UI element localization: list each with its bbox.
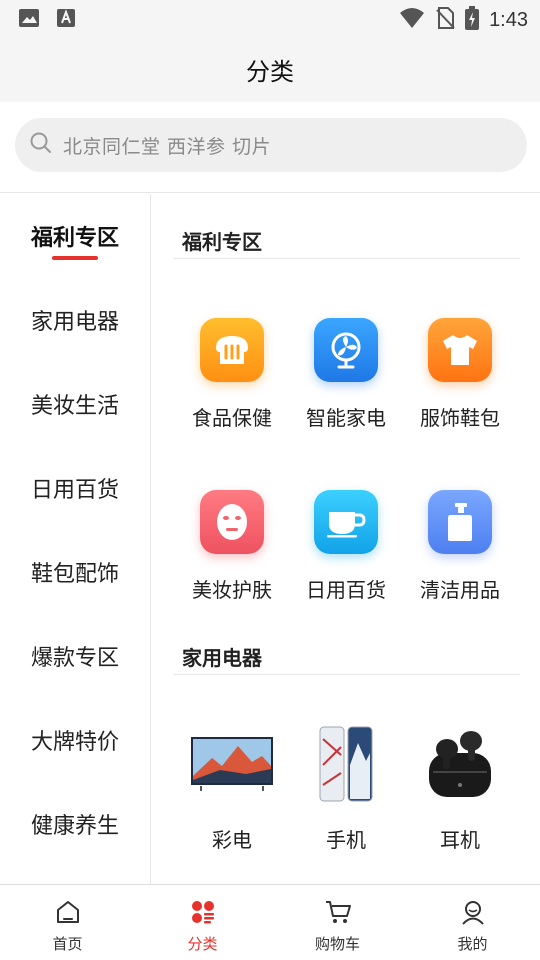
sidebar-item-label: 大牌特价 (30, 730, 119, 755)
category-icon (190, 899, 216, 929)
category-sidebar: 福利专区 家用电器 美妆生活 日用百货 鞋包配饰 爆款专区 大牌特价 健康养生 (0, 194, 151, 884)
bread-icon (200, 318, 264, 382)
tab-label: 分类 (187, 935, 218, 953)
sidebar-item-label: 鞋包配饰 (30, 562, 119, 587)
wifi-icon (399, 7, 425, 33)
category-content: 福利专区 食品保健 智能家电 服饰鞋包 美妆护肤 日用百货 清洁用品 家用电器 … (152, 194, 540, 884)
cup-icon (314, 490, 378, 554)
user-icon (460, 899, 486, 929)
status-time: 1:43 (489, 8, 528, 31)
tab-label: 我的 (457, 935, 488, 953)
sidebar-item-hot-deals[interactable]: 爆款专区 (0, 614, 150, 698)
tshirt-icon (428, 318, 492, 382)
sidebar-item-shoes-bags[interactable]: 鞋包配饰 (0, 530, 150, 614)
sidebar-item-brand-specials[interactable]: 大牌特价 (0, 698, 150, 782)
search-icon (29, 131, 53, 159)
font-notification-icon (56, 8, 76, 32)
tile-label: 日用百货 (306, 578, 386, 602)
tile-label: 食品保健 (192, 406, 272, 430)
search-placeholder: 北京同仁堂 西洋参 切片 (63, 135, 272, 158)
sidebar-item-label: 健康养生 (30, 814, 119, 839)
tab-label: 首页 (52, 935, 83, 953)
section-title: 福利专区 (182, 230, 262, 254)
tv-image (187, 724, 277, 804)
battery-charging-icon (465, 6, 480, 34)
sidebar-item-health[interactable]: 健康养生 (0, 782, 150, 866)
tile-label: 手机 (326, 828, 366, 852)
no-sim-icon (435, 6, 455, 34)
tab-home[interactable]: 首页 (0, 885, 135, 960)
tile-label: 清洁用品 (420, 578, 500, 602)
sidebar-item-label: 日用百货 (30, 478, 119, 503)
tile-label: 美妆护肤 (192, 578, 272, 602)
product-tile-earbuds[interactable]: 耳机 (403, 724, 517, 853)
tile-label: 耳机 (440, 828, 480, 852)
sidebar-item-label: 美妆生活 (30, 394, 119, 419)
tab-cart[interactable]: 购物车 (270, 885, 405, 960)
sidebar-item-daily-goods[interactable]: 日用百货 (0, 446, 150, 530)
sidebar-item-label: 福利专区 (30, 226, 119, 251)
tile-label: 智能家电 (306, 406, 386, 430)
category-tile-skincare[interactable]: 美妆护肤 (175, 490, 289, 603)
category-tile-cleaning[interactable]: 清洁用品 (403, 490, 517, 603)
cart-icon (324, 899, 352, 929)
earbuds-image (415, 724, 505, 804)
page-title: 分类 (246, 57, 294, 86)
sidebar-item-beauty-life[interactable]: 美妆生活 (0, 362, 150, 446)
product-tile-phone[interactable]: 手机 (289, 724, 403, 853)
category-tile-apparel[interactable]: 服饰鞋包 (403, 318, 517, 431)
soap-bottle-icon (428, 490, 492, 554)
fan-icon (314, 318, 378, 382)
home-icon (55, 899, 81, 929)
product-tile-tv[interactable]: 彩电 (175, 724, 289, 853)
sidebar-item-appliances[interactable]: 家用电器 (0, 278, 150, 362)
face-mask-icon (200, 490, 264, 554)
sidebar-item-label: 家用电器 (30, 310, 119, 335)
tile-label: 服饰鞋包 (420, 406, 500, 430)
active-indicator (52, 256, 98, 260)
category-tile-daily-goods[interactable]: 日用百货 (289, 490, 403, 603)
section-title: 家用电器 (182, 646, 262, 670)
category-tile-smart-appliances[interactable]: 智能家电 (289, 318, 403, 431)
tab-category[interactable]: 分类 (135, 885, 270, 960)
tab-label: 购物车 (314, 935, 360, 953)
image-notification-icon (18, 8, 40, 32)
status-bar: 1:43 (0, 0, 540, 36)
sidebar-item-welfare[interactable]: 福利专区 (0, 194, 150, 278)
tab-profile[interactable]: 我的 (405, 885, 540, 960)
search-area: 北京同仁堂 西洋参 切片 (0, 102, 540, 193)
tile-label: 彩电 (212, 828, 252, 852)
phone-image (301, 724, 391, 804)
section-divider (174, 674, 520, 675)
bottom-tab-bar: 首页 分类 购物车 我的 (0, 884, 540, 960)
search-input[interactable]: 北京同仁堂 西洋参 切片 (15, 118, 527, 172)
category-tile-food[interactable]: 食品保健 (175, 318, 289, 431)
sidebar-item-label: 爆款专区 (30, 646, 119, 671)
section-divider (174, 258, 520, 259)
app-header: 分类 (0, 36, 540, 102)
